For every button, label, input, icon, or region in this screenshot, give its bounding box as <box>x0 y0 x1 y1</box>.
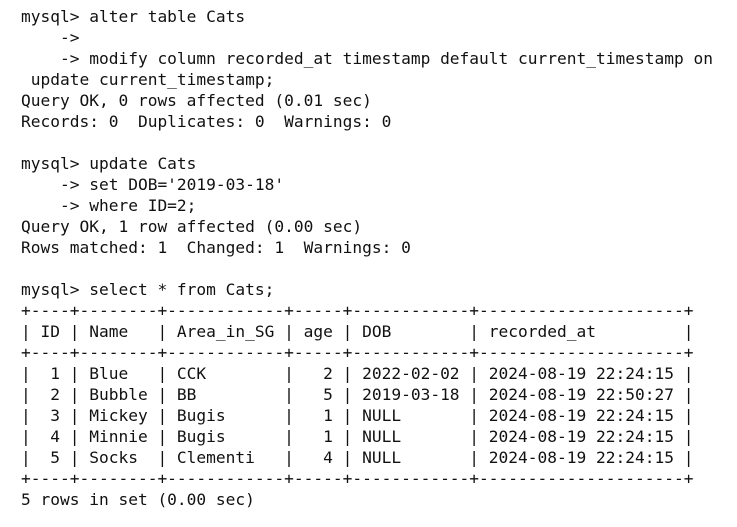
output-line: 5 rows in set (0.00 sec) <box>21 490 255 509</box>
table-row: | 5 | Socks | Clementi | 4 | NULL | 2024… <box>21 448 694 467</box>
output-line: Rows matched: 1 Changed: 1 Warnings: 0 <box>21 238 411 257</box>
output-line: Records: 0 Duplicates: 0 Warnings: 0 <box>21 112 392 131</box>
table-border: +----+--------+------------+-----+------… <box>21 343 694 362</box>
continuation-line: update current_timestamp; <box>21 70 275 89</box>
continuation-line: -> <box>21 28 80 47</box>
table-header: | ID | Name | Area_in_SG | age | DOB | r… <box>21 322 694 341</box>
table-border: +----+--------+------------+-----+------… <box>21 301 694 320</box>
table-row: | 1 | Blue | CCK | 2 | 2022-02-02 | 2024… <box>21 364 694 383</box>
command-line: mysql> select * from Cats; <box>21 280 275 299</box>
table-row: | 4 | Minnie | Bugis | 1 | NULL | 2024-0… <box>21 427 694 446</box>
table-row: | 2 | Bubble | BB | 5 | 2019-03-18 | 202… <box>21 385 694 404</box>
continuation-line: -> set DOB='2019-03-18' <box>21 175 285 194</box>
command-line: mysql> update Cats <box>21 154 197 173</box>
command-line: mysql> alter table Cats <box>21 7 246 26</box>
continuation-line: -> where ID=2; <box>21 196 197 215</box>
continuation-line: -> modify column recorded_at timestamp d… <box>21 49 713 68</box>
terminal-window[interactable]: mysql> alter table Cats -> -> modify col… <box>0 0 737 527</box>
table-row: | 3 | Mickey | Bugis | 1 | NULL | 2024-0… <box>21 406 694 425</box>
table-border: +----+--------+------------+-----+------… <box>21 469 694 488</box>
output-line: Query OK, 1 row affected (0.00 sec) <box>21 217 363 236</box>
output-line: Query OK, 0 rows affected (0.01 sec) <box>21 91 372 110</box>
